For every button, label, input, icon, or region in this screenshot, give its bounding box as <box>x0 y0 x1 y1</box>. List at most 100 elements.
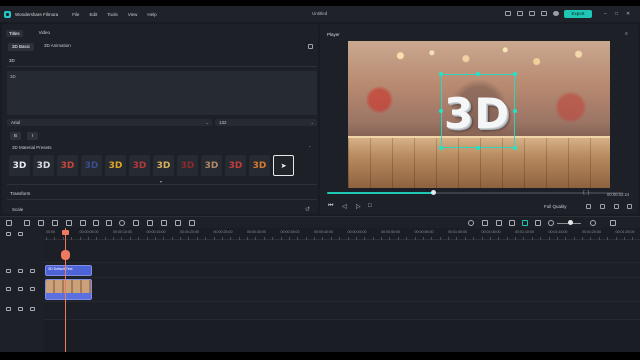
resize-handle[interactable] <box>439 72 443 76</box>
video-clip[interactable] <box>45 279 92 300</box>
monitor-icon[interactable] <box>505 11 511 16</box>
menu-edit[interactable]: Edit <box>89 12 97 17</box>
resize-handle[interactable] <box>476 72 480 76</box>
subtab-3d-basic[interactable]: 3D Basic <box>8 43 35 51</box>
account-avatar-icon[interactable] <box>553 11 559 16</box>
resize-handle[interactable] <box>439 146 443 150</box>
italic-button[interactable]: I <box>27 132 38 140</box>
ai-icon[interactable] <box>509 220 515 226</box>
material-preset-9[interactable]: 3D <box>201 155 222 176</box>
subtab-3d-animation[interactable]: 3D Animation <box>44 43 71 51</box>
snapshot-icon[interactable] <box>600 204 605 209</box>
text-icon[interactable] <box>106 220 112 226</box>
material-preset-selected[interactable]: ➤ <box>273 155 294 176</box>
folder-icon[interactable] <box>529 11 535 16</box>
ruler-tick <box>54 237 56 240</box>
mark-in-out-icon[interactable]: { } <box>583 190 589 196</box>
cut-icon[interactable] <box>66 220 72 226</box>
reset-icon[interactable]: ↺ <box>305 206 310 213</box>
eye-icon[interactable] <box>30 269 35 273</box>
delete-icon[interactable] <box>52 220 58 226</box>
font-family-select[interactable]: Arial ⌄ <box>7 119 212 126</box>
layout-icon[interactable] <box>541 11 547 16</box>
zoom-slider-knob[interactable] <box>568 220 573 225</box>
close-icon[interactable]: ✕ <box>626 11 630 17</box>
undo-icon[interactable] <box>24 220 30 226</box>
quality-select[interactable]: Full Quality <box>544 204 567 209</box>
material-preset-5[interactable]: 3D <box>105 155 126 176</box>
chevron-up-icon[interactable]: ⌃ <box>308 145 311 150</box>
maximize-icon[interactable]: □ <box>615 11 618 17</box>
display-icon[interactable] <box>586 204 591 209</box>
material-preset-4[interactable]: 3D <box>81 155 102 176</box>
link-icon[interactable] <box>18 232 23 236</box>
redo-icon[interactable] <box>38 220 44 226</box>
timeline-ruler[interactable]: 00:00 00:00:05:00 00:00:10:00 00:00:15:00 00… <box>44 228 640 240</box>
progress-knob[interactable] <box>431 190 437 195</box>
menu-view[interactable]: View <box>128 12 138 17</box>
bold-button[interactable]: B <box>10 132 21 140</box>
material-preset-3[interactable]: 3D <box>57 155 78 176</box>
timeline-layout-icon[interactable] <box>610 220 616 226</box>
mic-icon[interactable] <box>496 220 502 226</box>
tab-titles[interactable]: Titles <box>6 30 23 37</box>
menu-tools[interactable]: Tools <box>107 12 118 17</box>
material-preset-1[interactable]: 3D <box>9 155 30 176</box>
material-preset-11[interactable]: 3D <box>249 155 270 176</box>
render-icon[interactable] <box>468 220 474 226</box>
marker-icon[interactable] <box>482 220 488 226</box>
play-icon[interactable]: ▷ <box>356 203 361 210</box>
material-preset-8[interactable]: 3D <box>177 155 198 176</box>
save-icon[interactable] <box>517 11 523 16</box>
preview-canvas[interactable]: 3D <box>348 41 610 188</box>
snap-icon[interactable] <box>522 220 528 226</box>
font-size-select[interactable]: 132 ⌄ <box>215 119 317 126</box>
playhead-knob[interactable] <box>61 250 70 260</box>
add-track-icon[interactable] <box>6 232 11 236</box>
resize-handle[interactable] <box>513 146 517 150</box>
grid-icon[interactable] <box>6 220 12 226</box>
timer-icon[interactable] <box>119 220 125 226</box>
split-icon[interactable] <box>161 220 167 226</box>
menu-help[interactable]: Help <box>147 12 156 17</box>
fullscreen-icon[interactable] <box>627 204 632 209</box>
lock-icon[interactable] <box>18 307 23 311</box>
zoom-in-icon[interactable] <box>590 220 596 226</box>
audio-icon[interactable] <box>614 204 619 209</box>
audio-edit-icon[interactable] <box>147 220 153 226</box>
selection-box[interactable] <box>441 74 515 148</box>
material-preset-7[interactable]: 3D <box>153 155 174 176</box>
resize-handle[interactable] <box>513 109 517 113</box>
title-text-input[interactable]: 3D <box>7 71 317 115</box>
stop-icon[interactable]: □ <box>368 203 372 209</box>
material-preset-6[interactable]: 3D <box>129 155 150 176</box>
mute-icon[interactable] <box>30 307 35 311</box>
menu-file[interactable]: File <box>72 12 79 17</box>
playback-progress[interactable] <box>327 190 623 195</box>
pip-icon[interactable] <box>535 220 541 226</box>
resize-handle[interactable] <box>476 146 480 150</box>
resize-handle[interactable] <box>513 72 517 76</box>
ruler-label: 00:01:25:00 <box>615 230 635 234</box>
more-options-icon[interactable]: ≡ <box>625 31 628 37</box>
panel-settings-icon[interactable] <box>308 44 313 49</box>
playhead-handle[interactable] <box>62 230 69 235</box>
lock-icon[interactable] <box>18 269 23 273</box>
crop-icon[interactable] <box>80 220 86 226</box>
export-button[interactable]: Export <box>564 10 592 18</box>
tag-icon[interactable] <box>93 220 99 226</box>
prev-frame-icon[interactable]: ⏮ <box>328 203 333 210</box>
zoom-out-icon[interactable] <box>548 220 554 226</box>
minimize-icon[interactable]: – <box>604 11 607 17</box>
eye-icon[interactable] <box>30 287 35 291</box>
material-preset-2[interactable]: 3D <box>33 155 54 176</box>
title-clip[interactable]: 3D Default Text <box>45 265 92 276</box>
tab-video[interactable]: Video <box>39 30 50 37</box>
lock-icon[interactable] <box>18 287 23 291</box>
speed-icon[interactable] <box>175 220 181 226</box>
resize-handle[interactable] <box>439 109 443 113</box>
adjust-icon[interactable] <box>133 220 139 226</box>
material-preset-10[interactable]: 3D <box>225 155 246 176</box>
more-tools-icon[interactable] <box>189 220 195 226</box>
step-back-icon[interactable]: ◁ <box>342 203 347 210</box>
